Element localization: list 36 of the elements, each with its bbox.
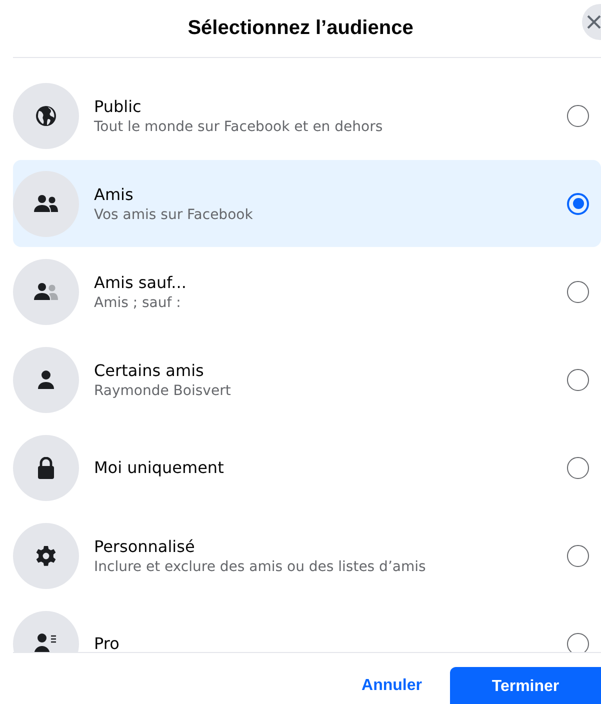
globe-icon xyxy=(35,104,57,126)
audience-option[interactable]: Personnalisé Inclure et exclure des amis ou des listes d’amis xyxy=(13,512,601,599)
audience-option[interactable]: Amis sauf... Amis ; sauf : xyxy=(13,248,601,335)
radio-button[interactable] xyxy=(567,544,589,566)
option-subtitle: Vos amis sur Facebook xyxy=(94,206,254,222)
audience-option[interactable]: Certains amis Raymonde Boisvert xyxy=(13,336,601,423)
friends-except-icon xyxy=(33,282,59,302)
option-title: Amis xyxy=(94,184,134,204)
radio-button[interactable] xyxy=(567,280,589,302)
person-list-icon xyxy=(34,632,58,652)
gear-icon xyxy=(35,544,57,566)
option-subtitle: Amis ; sauf : xyxy=(94,294,182,310)
done-button[interactable]: Terminer xyxy=(450,667,601,704)
option-title: Personnalisé xyxy=(94,536,196,556)
audience-option[interactable]: Public Tout le monde sur Facebook et en dehors xyxy=(13,72,601,159)
option-subtitle: Tout le monde sur Facebook et en dehors xyxy=(94,118,384,134)
radio-button[interactable] xyxy=(567,104,589,126)
option-subtitle: Inclure et exclure des amis ou des listes d’amis xyxy=(94,558,427,574)
audience-option[interactable]: Amis Vos amis sur Facebook xyxy=(13,160,601,247)
close-icon xyxy=(586,14,601,30)
option-subtitle: Raymonde Boisvert xyxy=(94,382,232,398)
cancel-button[interactable]: Annuler xyxy=(362,677,422,695)
person-icon xyxy=(37,370,55,390)
audience-option[interactable]: Moi uniquement xyxy=(13,424,601,511)
radio-button[interactable] xyxy=(567,456,589,478)
option-title: Moi uniquement xyxy=(94,458,225,477)
radio-button[interactable] xyxy=(567,632,589,652)
lock-icon xyxy=(37,456,55,478)
option-title: Public xyxy=(94,96,142,116)
radio-button[interactable] xyxy=(567,368,589,390)
option-title: Certains amis xyxy=(94,360,205,380)
dialog-title: Sélectionnez l’audience xyxy=(188,17,414,40)
friends-icon xyxy=(33,194,59,214)
option-title: Amis sauf... xyxy=(94,272,188,292)
radio-button[interactable] xyxy=(567,192,589,214)
option-title: Pro xyxy=(94,634,120,652)
